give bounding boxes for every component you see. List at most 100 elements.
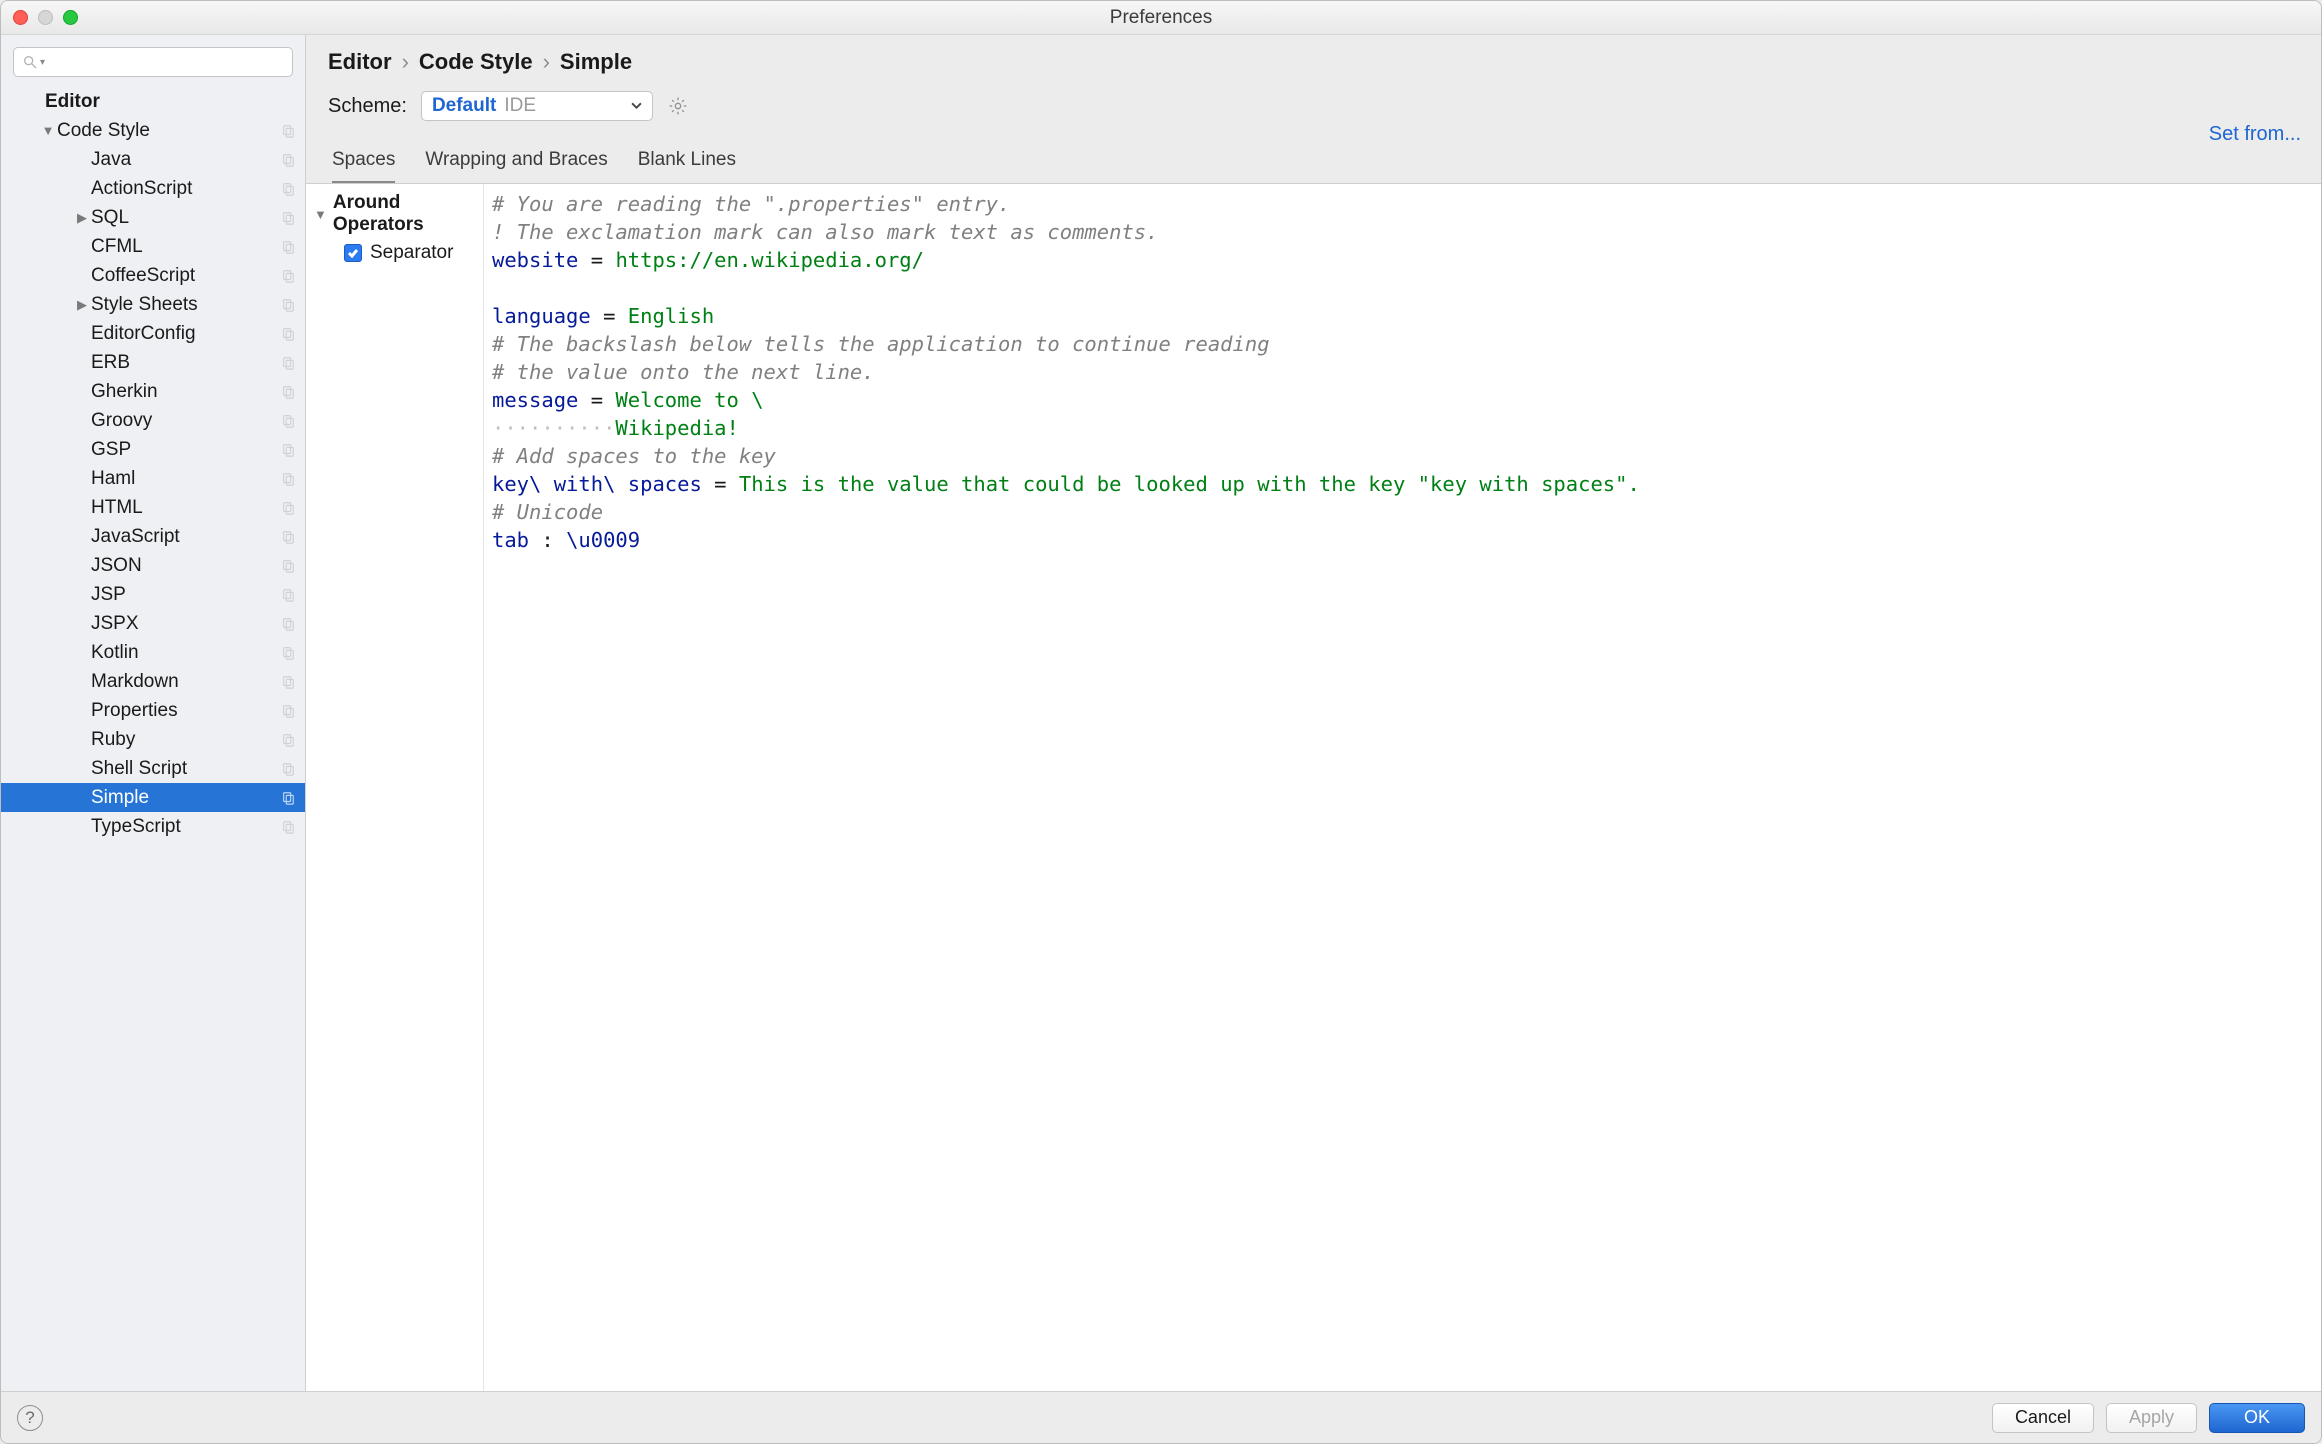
scheme-dropdown[interactable]: Default IDE: [421, 91, 653, 121]
tree-item[interactable]: JSPX: [1, 609, 305, 638]
tree-item[interactable]: JSP: [1, 580, 305, 609]
tree-item[interactable]: ▼Code Style: [1, 116, 305, 145]
titlebar: Preferences: [1, 1, 2321, 35]
content: ▼ Around Operators Separator # You are r…: [306, 183, 2321, 1391]
tree-item[interactable]: Ruby: [1, 725, 305, 754]
tree-item-label: TypeScript: [91, 816, 281, 838]
tree-item-label: Ruby: [91, 729, 281, 751]
tree-item-label: SQL: [91, 207, 281, 229]
copy-icon: [281, 327, 295, 341]
tree-item[interactable]: EditorConfig: [1, 319, 305, 348]
help-button[interactable]: ?: [17, 1405, 43, 1431]
sidebar: ▾ Editor▼Code StyleJavaActionScript▶SQLC…: [1, 35, 306, 1391]
tree-item-label: JavaScript: [91, 526, 281, 548]
zoom-window-button[interactable]: [63, 10, 78, 25]
tree-item-label: Simple: [91, 787, 281, 809]
copy-icon: [281, 791, 295, 805]
copy-icon: [281, 820, 295, 834]
separator-checkbox-row[interactable]: Separator: [314, 242, 475, 264]
tab-wrapping[interactable]: Wrapping and Braces: [425, 149, 607, 184]
copy-icon: [281, 385, 295, 399]
help-icon: ?: [25, 1408, 34, 1428]
tree-item[interactable]: ActionScript: [1, 174, 305, 203]
tabs: Spaces Wrapping and Braces Blank Lines: [306, 127, 2321, 184]
copy-icon: [281, 762, 295, 776]
breadcrumb-item[interactable]: Code Style: [419, 49, 533, 75]
window-title: Preferences: [1, 7, 2321, 29]
option-group[interactable]: ▼ Around Operators: [314, 192, 475, 236]
copy-icon: [281, 559, 295, 573]
tree-item[interactable]: CFML: [1, 232, 305, 261]
tree-item[interactable]: CoffeeScript: [1, 261, 305, 290]
tree-item-label: Java: [91, 149, 281, 171]
chevron-right-icon: ▶: [75, 210, 89, 226]
copy-icon: [281, 269, 295, 283]
option-group-label: Around Operators: [333, 192, 475, 236]
tree-item[interactable]: ▶SQL: [1, 203, 305, 232]
tree-item[interactable]: ERB: [1, 348, 305, 377]
tree-item-label: Gherkin: [91, 381, 281, 403]
breadcrumb-item[interactable]: Simple: [560, 49, 632, 75]
tree-item[interactable]: Gherkin: [1, 377, 305, 406]
scheme-actions-button[interactable]: [667, 95, 689, 117]
tree-item[interactable]: JavaScript: [1, 522, 305, 551]
chevron-down-icon: ▼: [41, 123, 55, 138]
copy-icon: [281, 124, 295, 138]
code-preview[interactable]: # You are reading the ".properties" entr…: [484, 184, 2321, 1391]
tab-blank[interactable]: Blank Lines: [638, 149, 736, 184]
tree-item[interactable]: ▶Style Sheets: [1, 290, 305, 319]
copy-icon: [281, 298, 295, 312]
tree-item-label: JSON: [91, 555, 281, 577]
tree-item[interactable]: TypeScript: [1, 812, 305, 841]
scheme-value: Default: [432, 95, 496, 117]
copy-icon: [281, 704, 295, 718]
copy-icon: [281, 472, 295, 486]
close-window-button[interactable]: [13, 10, 28, 25]
tree-item[interactable]: Haml: [1, 464, 305, 493]
tree-item-label: Properties: [91, 700, 281, 722]
options-panel: ▼ Around Operators Separator: [306, 184, 484, 1391]
tree-item[interactable]: Groovy: [1, 406, 305, 435]
cancel-button[interactable]: Cancel: [1992, 1403, 2094, 1433]
window-controls: [13, 10, 78, 25]
set-from-link[interactable]: Set from...: [2209, 123, 2301, 146]
tree-item[interactable]: Simple: [1, 783, 305, 812]
copy-icon: [281, 617, 295, 631]
tree-item-label: Markdown: [91, 671, 281, 693]
tree-item-label: JSPX: [91, 613, 281, 635]
tree-item[interactable]: Shell Script: [1, 754, 305, 783]
tab-spaces[interactable]: Spaces: [332, 149, 395, 184]
tree-section[interactable]: Editor: [1, 87, 305, 116]
main-pane: Editor › Code Style › Simple Scheme: Def…: [306, 35, 2321, 1391]
settings-tree[interactable]: Editor▼Code StyleJavaActionScript▶SQLCFM…: [1, 87, 305, 1391]
chevron-right-icon: ▶: [75, 297, 89, 313]
apply-button[interactable]: Apply: [2106, 1403, 2197, 1433]
tree-item[interactable]: GSP: [1, 435, 305, 464]
tree-item[interactable]: Properties: [1, 696, 305, 725]
tree-item-label: ActionScript: [91, 178, 281, 200]
copy-icon: [281, 443, 295, 457]
tree-item-label: CFML: [91, 236, 281, 258]
search-input[interactable]: ▾: [13, 47, 293, 77]
tree-item[interactable]: Markdown: [1, 667, 305, 696]
tree-item[interactable]: Kotlin: [1, 638, 305, 667]
copy-icon: [281, 675, 295, 689]
search-field[interactable]: [51, 52, 284, 72]
breadcrumb-item[interactable]: Editor: [328, 49, 392, 75]
tree-item[interactable]: HTML: [1, 493, 305, 522]
breadcrumb-sep: ›: [402, 49, 409, 75]
tree-item-label: GSP: [91, 439, 281, 461]
tree-item[interactable]: Java: [1, 145, 305, 174]
tree-item-label: Haml: [91, 468, 281, 490]
minimize-window-button[interactable]: [38, 10, 53, 25]
tree-item-label: Groovy: [91, 410, 281, 432]
tree-item-label: EditorConfig: [91, 323, 281, 345]
search-caret: ▾: [40, 57, 45, 68]
copy-icon: [281, 182, 295, 196]
copy-icon: [281, 240, 295, 254]
scheme-hint: IDE: [504, 95, 536, 117]
ok-button[interactable]: OK: [2209, 1403, 2305, 1433]
chevron-down-icon: [631, 95, 642, 117]
tree-item[interactable]: JSON: [1, 551, 305, 580]
checkbox-checked-icon[interactable]: [344, 244, 362, 262]
